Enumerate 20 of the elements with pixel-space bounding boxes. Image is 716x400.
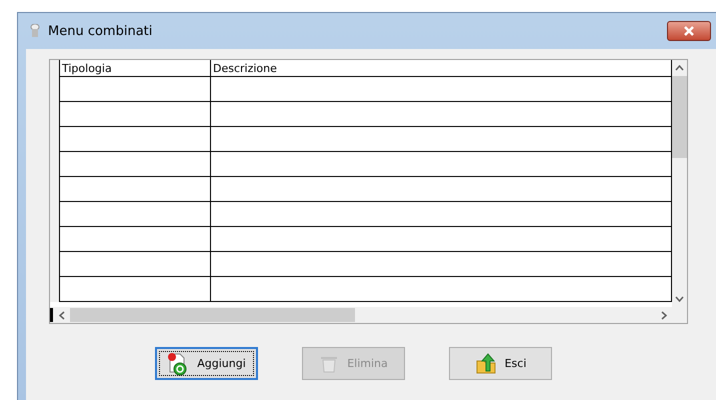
close-button[interactable] (667, 21, 711, 41)
scroll-down-icon[interactable] (675, 296, 684, 302)
column-header[interactable]: Tipologia (60, 60, 211, 77)
horizontal-scrollbar[interactable] (50, 307, 687, 323)
row-header[interactable] (50, 277, 60, 302)
action-button[interactable]: Esci (449, 347, 552, 380)
scroll-up-icon[interactable] (675, 65, 684, 71)
scroll-thumb[interactable] (70, 308, 355, 322)
action-button[interactable]: Aggiungi (155, 347, 258, 380)
row-header[interactable] (50, 60, 60, 77)
column-header[interactable]: Descrizione (211, 60, 672, 77)
scroll-left-icon[interactable] (59, 310, 65, 320)
vertical-scrollbar[interactable] (672, 60, 687, 307)
window-title: Menu combinati (48, 24, 154, 38)
cursor-marker-icon (50, 308, 53, 322)
scroll-thumb[interactable] (672, 76, 687, 158)
scroll-right-icon[interactable] (661, 310, 667, 320)
folder-arrow-icon (474, 352, 497, 374)
close-icon (682, 26, 696, 36)
document-add-icon (167, 352, 190, 376)
